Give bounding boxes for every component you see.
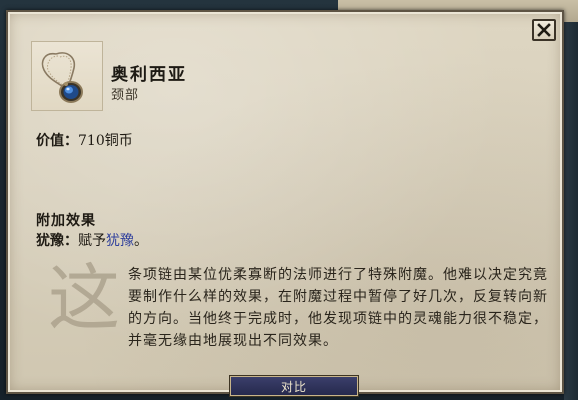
effect-suffix: 。 (134, 233, 148, 249)
compare-button[interactable]: 对比 (230, 376, 358, 396)
effect-link[interactable]: 犹豫 (106, 233, 134, 249)
effects-header: 附加效果 (36, 213, 96, 229)
item-value: 价值：710铜币 (36, 130, 133, 150)
background-window-edge (564, 22, 578, 400)
close-button[interactable] (532, 19, 556, 41)
effect-name: 犹豫： (36, 233, 78, 249)
close-icon (537, 23, 551, 37)
value-amount: 710铜币 (78, 133, 133, 149)
effect-entry: 犹豫：赋予犹豫。 (36, 230, 148, 250)
item-tooltip-panel: 奥利西亚 颈部 价值：710铜币 附加效果 犹豫：赋予犹豫。 这 条项链由某位优… (6, 10, 564, 396)
item-description: 条项链由某位优柔寡断的法师进行了特殊附魔。他难以决定究竟要制作什么样的效果，在附… (128, 267, 548, 349)
effect-prefix: 赋予 (78, 233, 106, 249)
item-slot-type: 颈部 (111, 88, 140, 103)
value-label: 价值： (36, 133, 78, 149)
amulet-icon (41, 52, 83, 103)
description-drop-cap: 这 (48, 256, 121, 340)
item-icon-frame (31, 41, 103, 111)
item-name: 奥利西亚 (111, 65, 187, 85)
